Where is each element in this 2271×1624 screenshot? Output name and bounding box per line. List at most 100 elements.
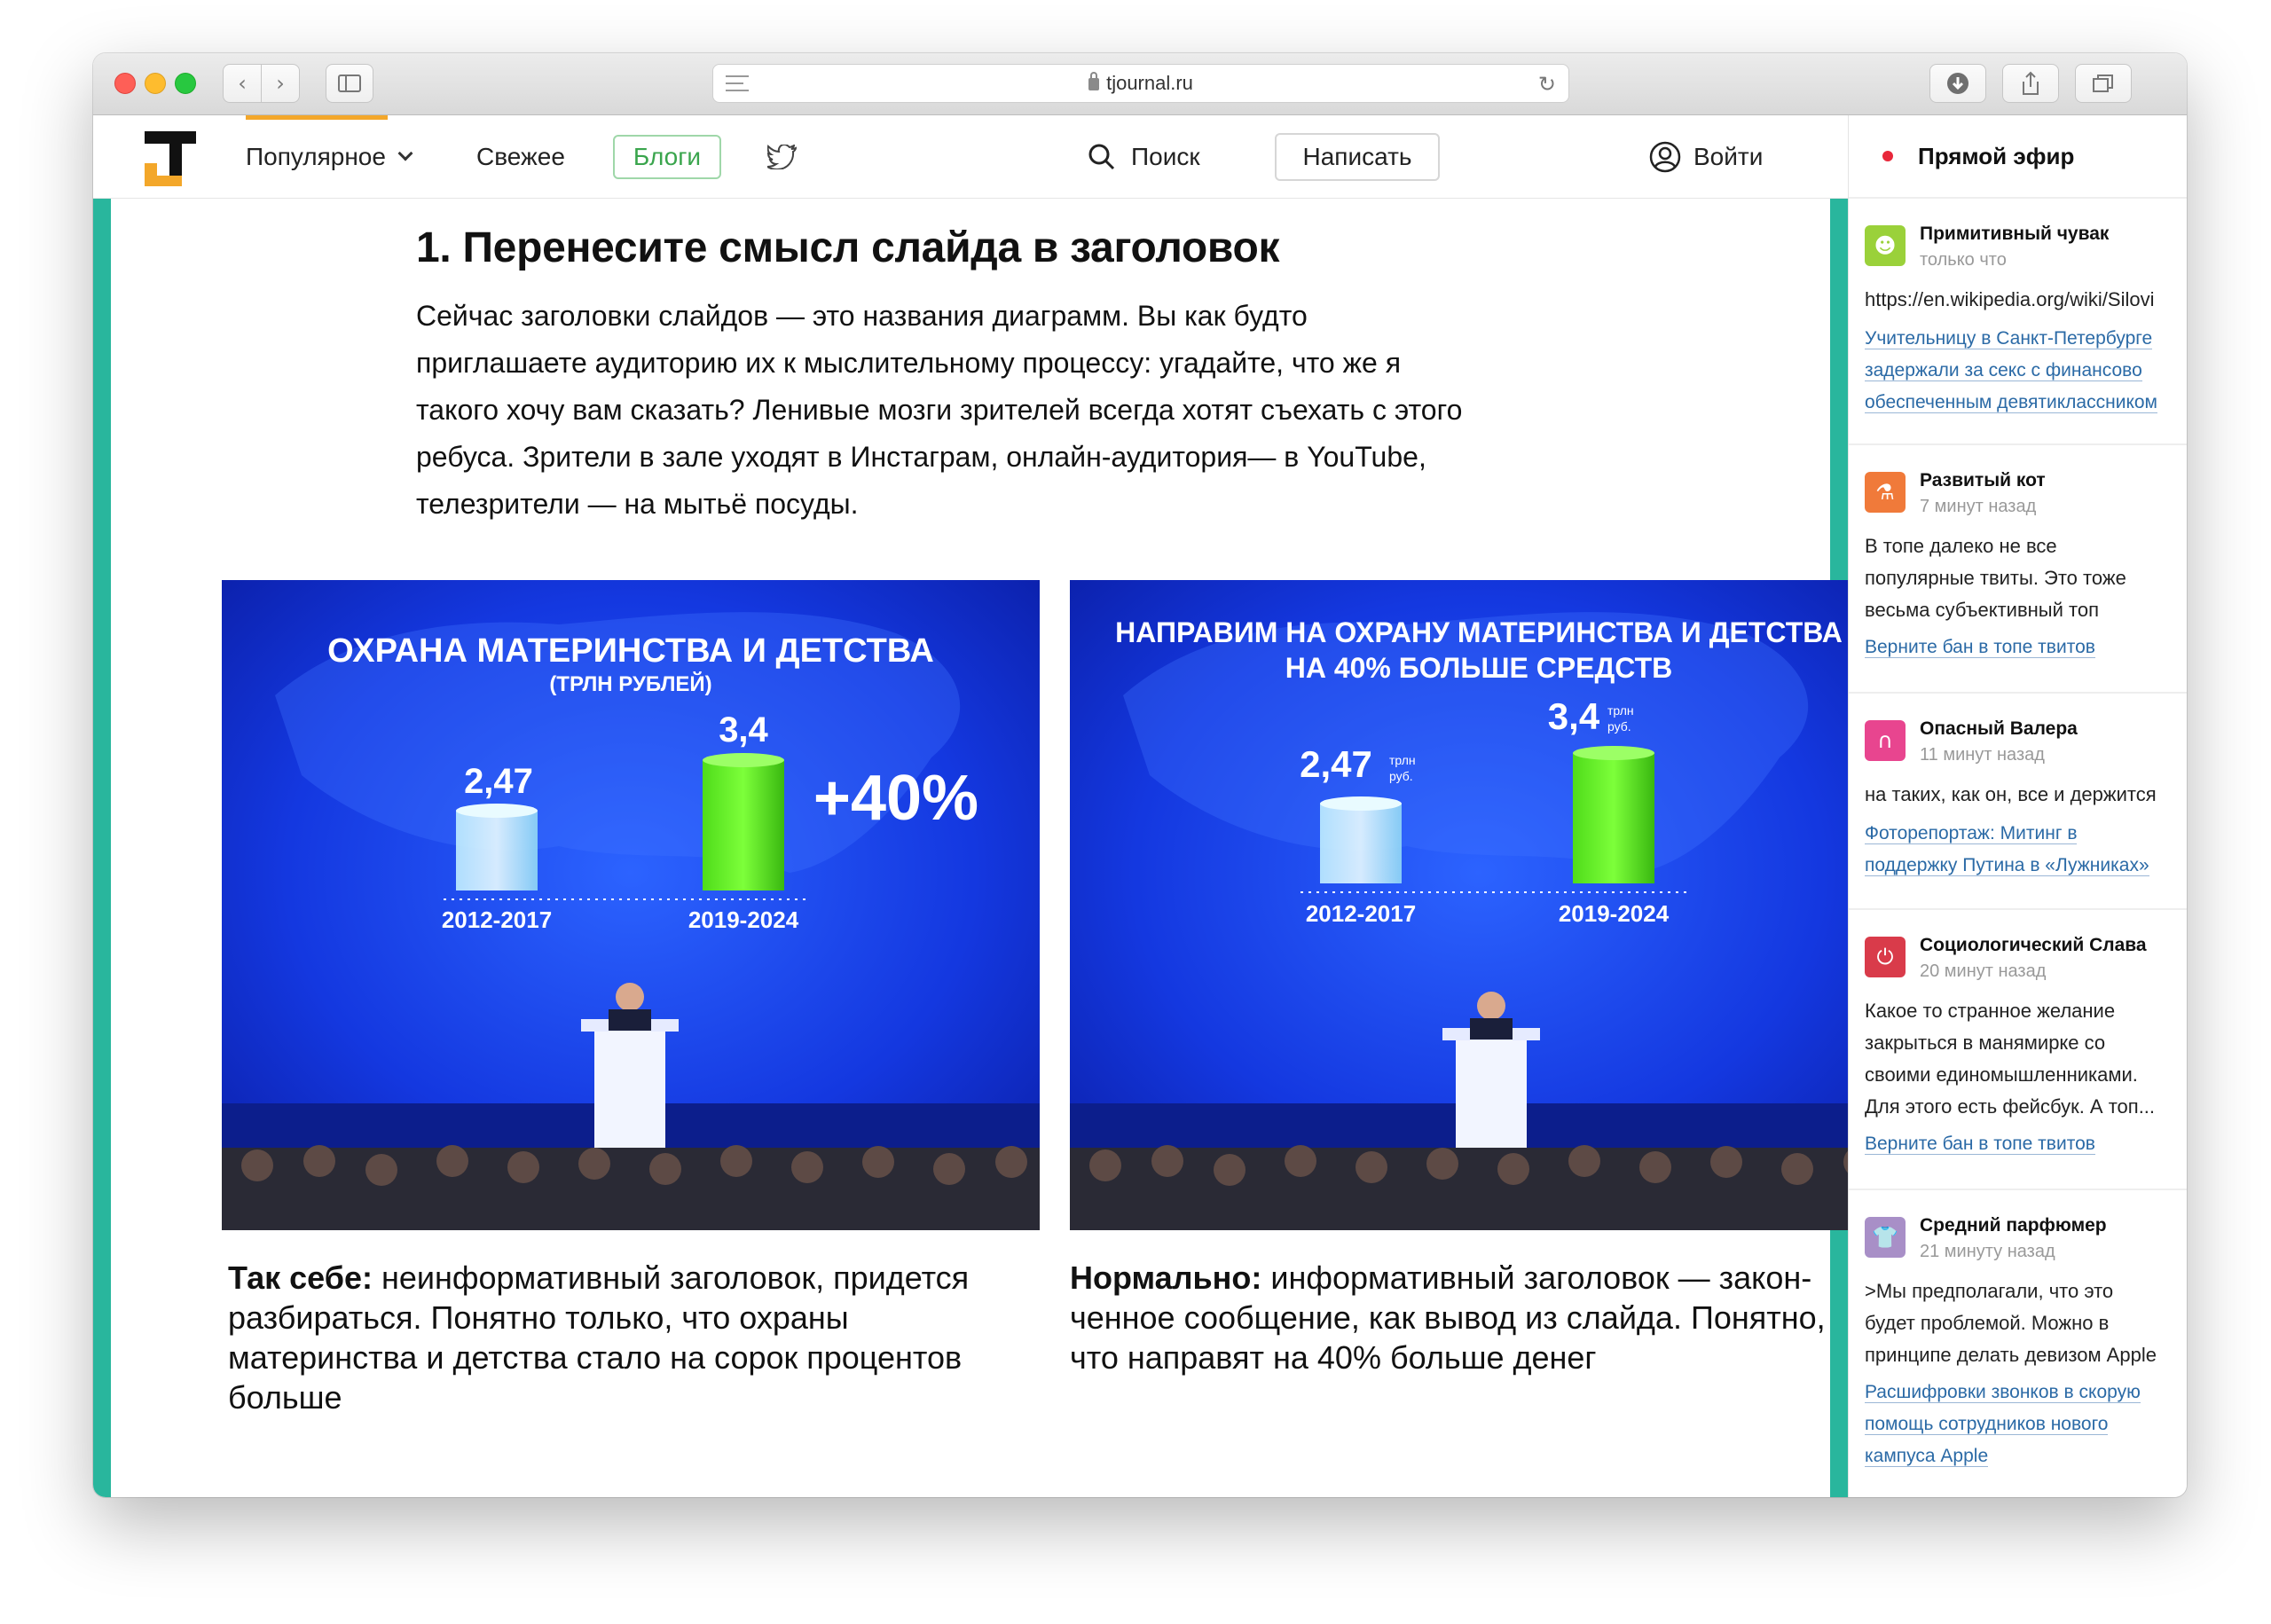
zoom-window-button[interactable] (175, 73, 196, 94)
paragraph-line: такого хочу вам сказать? Ленивые мозги з… (416, 394, 1463, 426)
nav-blogs[interactable]: Блоги (613, 135, 721, 179)
caption-line: неинформативный заголовок, придется (372, 1259, 970, 1296)
comment-author[interactable]: Социологический Слава (1920, 935, 2147, 956)
comment-article-link[interactable]: Расшифровки звонков в скорую помощь сотр… (1865, 1377, 2184, 1472)
article-heading: 1. Перенесите смысл слайда в заголовок (416, 224, 1280, 271)
browser-window: ‹ › tjournal.ru ↻ + Популярное Свежее (93, 53, 2187, 1497)
comment-article-link[interactable]: Верните бан в топе твитов (1865, 632, 2184, 663)
paragraph-line: Сейчас заголовки слайдов — это названия … (416, 300, 1308, 332)
slide-image-good: НАПРАВИМ НА ОХРАНУ МАТЕРИНСТВА И ДЕТСТВА… (1070, 580, 1888, 1230)
paragraph-line: телезрители — на мытьё посуды. (416, 488, 859, 520)
comment-author[interactable]: Средний парфюмер (1920, 1215, 2107, 1236)
caption-line: разбираться. Понятно только, что охраны (228, 1299, 849, 1336)
comment-article-link[interactable]: Верните бан в топе твитов (1865, 1128, 2184, 1160)
slide-bar-1 (1320, 804, 1402, 883)
close-window-button[interactable] (114, 73, 136, 94)
slide-unit-2a: трлн (1607, 703, 1634, 718)
article-paragraph: Сейчас заголовки слайдов — это названия … (416, 293, 1481, 528)
login-label: Войти (1693, 143, 1764, 170)
reload-icon[interactable]: ↻ (1538, 72, 1556, 97)
power-icon[interactable]: ⏻ (1865, 937, 1906, 977)
slide-value-1: 2,47 (1300, 743, 1372, 785)
caption-line: материнства и детства стало на сорок про… (228, 1339, 963, 1376)
reader-icon[interactable] (726, 75, 749, 91)
comment-item[interactable]: ⏻ Социологический Слава 20 минут назад К… (1849, 910, 2187, 1190)
comment-text: на таких, как он, все и держится (1865, 783, 2157, 805)
caption-verdict: Нормально: (1070, 1259, 1262, 1296)
comment-text: В топе далеко не все популярные твиты. Э… (1865, 535, 2126, 621)
slide-label-1: 2012-2017 (442, 906, 552, 933)
caption-line: информативный заголовок — закон- (1261, 1259, 1812, 1296)
comment-time: 7 минут назад (1920, 497, 2037, 516)
slide-value-2: 3,4 (719, 710, 768, 749)
sidebar-toggle-button[interactable] (326, 64, 373, 103)
site-header: Популярное Свежее Блоги Поиск Написать В… (93, 115, 1848, 199)
slide-label-2: 2019-2024 (688, 906, 799, 933)
nav-fresh[interactable]: Свежее (476, 115, 565, 199)
live-feed-header[interactable]: Прямой эфир (1849, 115, 2187, 199)
comment-article-link[interactable]: Учительницу в Санкт-Петербурге задержали… (1865, 323, 2184, 419)
slide-subtitle: НА 40% БОЛЬШЕ СРЕДСТВ (1285, 652, 1673, 684)
comment-item[interactable]: ☻ Примитивный чувак только что https://e… (1849, 199, 2187, 445)
tshirt-icon[interactable]: 👕 (1865, 1217, 1906, 1258)
alien-face-icon[interactable]: ☻ (1865, 225, 1906, 266)
caption-bad: Так себе: неинформативный заголовок, при… (228, 1258, 1053, 1417)
nav-fresh-label: Свежее (476, 143, 565, 170)
search-label: Поиск (1131, 143, 1200, 170)
slide-growth: +40% (813, 763, 978, 834)
slide-label-2: 2019-2024 (1559, 900, 1670, 927)
back-button[interactable]: ‹ (223, 64, 262, 103)
caption-line: ченное сообщение, как вывод из слайда. П… (1070, 1299, 1826, 1336)
caption-good: Нормально: информативный заголовок — зак… (1070, 1258, 1895, 1377)
nav-popular-label: Популярное (246, 143, 386, 170)
comment-article-link[interactable]: Фоторепортаж: Митинг в поддержку Путина … (1865, 818, 2184, 882)
slide-bar-2 (1573, 753, 1654, 883)
download-icon (1947, 73, 1968, 94)
live-feed-sidebar: Прямой эфир ☻ Примитивный чувак только ч… (1848, 115, 2187, 1497)
login-button[interactable]: Войти (1649, 115, 1763, 199)
write-button[interactable]: Написать (1275, 133, 1440, 181)
comment-text: https://en.wikipedia.org/wiki/Silovi (1865, 288, 2155, 310)
magnet-icon[interactable]: ∩ (1865, 720, 1906, 761)
comment-text: >Мы предполагали, что это будет проблемо… (1865, 1280, 2157, 1366)
comment-item[interactable]: 👕 Средний парфюмер 21 минуту назад >Мы п… (1849, 1190, 2187, 1497)
flask-icon[interactable]: ⚗ (1865, 472, 1906, 513)
comment-author[interactable]: Развитый кот (1920, 470, 2046, 491)
slide-value-1: 2,47 (464, 762, 533, 801)
slide-subtitle: (ТРЛН РУБЛЕЙ) (549, 671, 711, 696)
nav-popular[interactable]: Популярное (246, 115, 413, 199)
share-button[interactable] (2002, 64, 2059, 103)
slide-value-2: 3,4 (1548, 695, 1600, 737)
slide-title: НАПРАВИМ НА ОХРАНУ МАТЕРИНСТВА И ДЕТСТВА (1115, 616, 1843, 648)
sidebar-icon (338, 75, 361, 92)
comment-time: 20 минут назад (1920, 961, 2047, 981)
slide-bar-1 (456, 811, 538, 890)
slide-title: ОХРАНА МАТЕРИНСТВА И ДЕТСТВА (327, 632, 934, 670)
tjournal-logo[interactable] (145, 131, 196, 186)
comment-item[interactable]: ⚗ Развитый кот 7 минут назад В топе дале… (1849, 445, 2187, 694)
paragraph-line: приглашаете аудиторию их к мыслительному… (416, 347, 1402, 379)
comment-author[interactable]: Примитивный чувак (1920, 224, 2109, 245)
comment-text: Какое то странное желание закрыться в ма… (1865, 1000, 2156, 1118)
slide-unit-1b: руб. (1389, 769, 1413, 783)
slide-unit-2b: руб. (1607, 719, 1631, 734)
search-button[interactable]: Поиск (1088, 115, 1200, 199)
twitter-button[interactable] (767, 115, 798, 199)
live-dot-icon (1882, 151, 1893, 161)
address-bar[interactable]: tjournal.ru ↻ (712, 64, 1569, 103)
paragraph-line: ребуса. Зрители в зале уходят в Инстагра… (416, 441, 1426, 473)
left-accent-bar (93, 199, 111, 1497)
tabs-overview-button[interactable] (2075, 64, 2132, 103)
chevron-right-icon: › (276, 71, 285, 96)
comment-time: 21 минуту назад (1920, 1242, 2055, 1261)
twitter-icon (767, 145, 798, 169)
comment-author[interactable]: Опасный Валера (1920, 718, 2078, 740)
forward-button[interactable]: › (261, 64, 300, 103)
comment-item[interactable]: ∩ Опасный Валера 11 минут назад на таких… (1849, 694, 2187, 910)
caption-line: больше (228, 1379, 342, 1416)
minimize-window-button[interactable] (145, 73, 166, 94)
slide-bar-2 (703, 760, 784, 890)
tabs-icon (2093, 75, 2113, 92)
downloads-button[interactable] (1929, 64, 1986, 103)
slide-image-bad: ОХРАНА МАТЕРИНСТВА И ДЕТСТВА (ТРЛН РУБЛЕ… (222, 580, 1040, 1230)
